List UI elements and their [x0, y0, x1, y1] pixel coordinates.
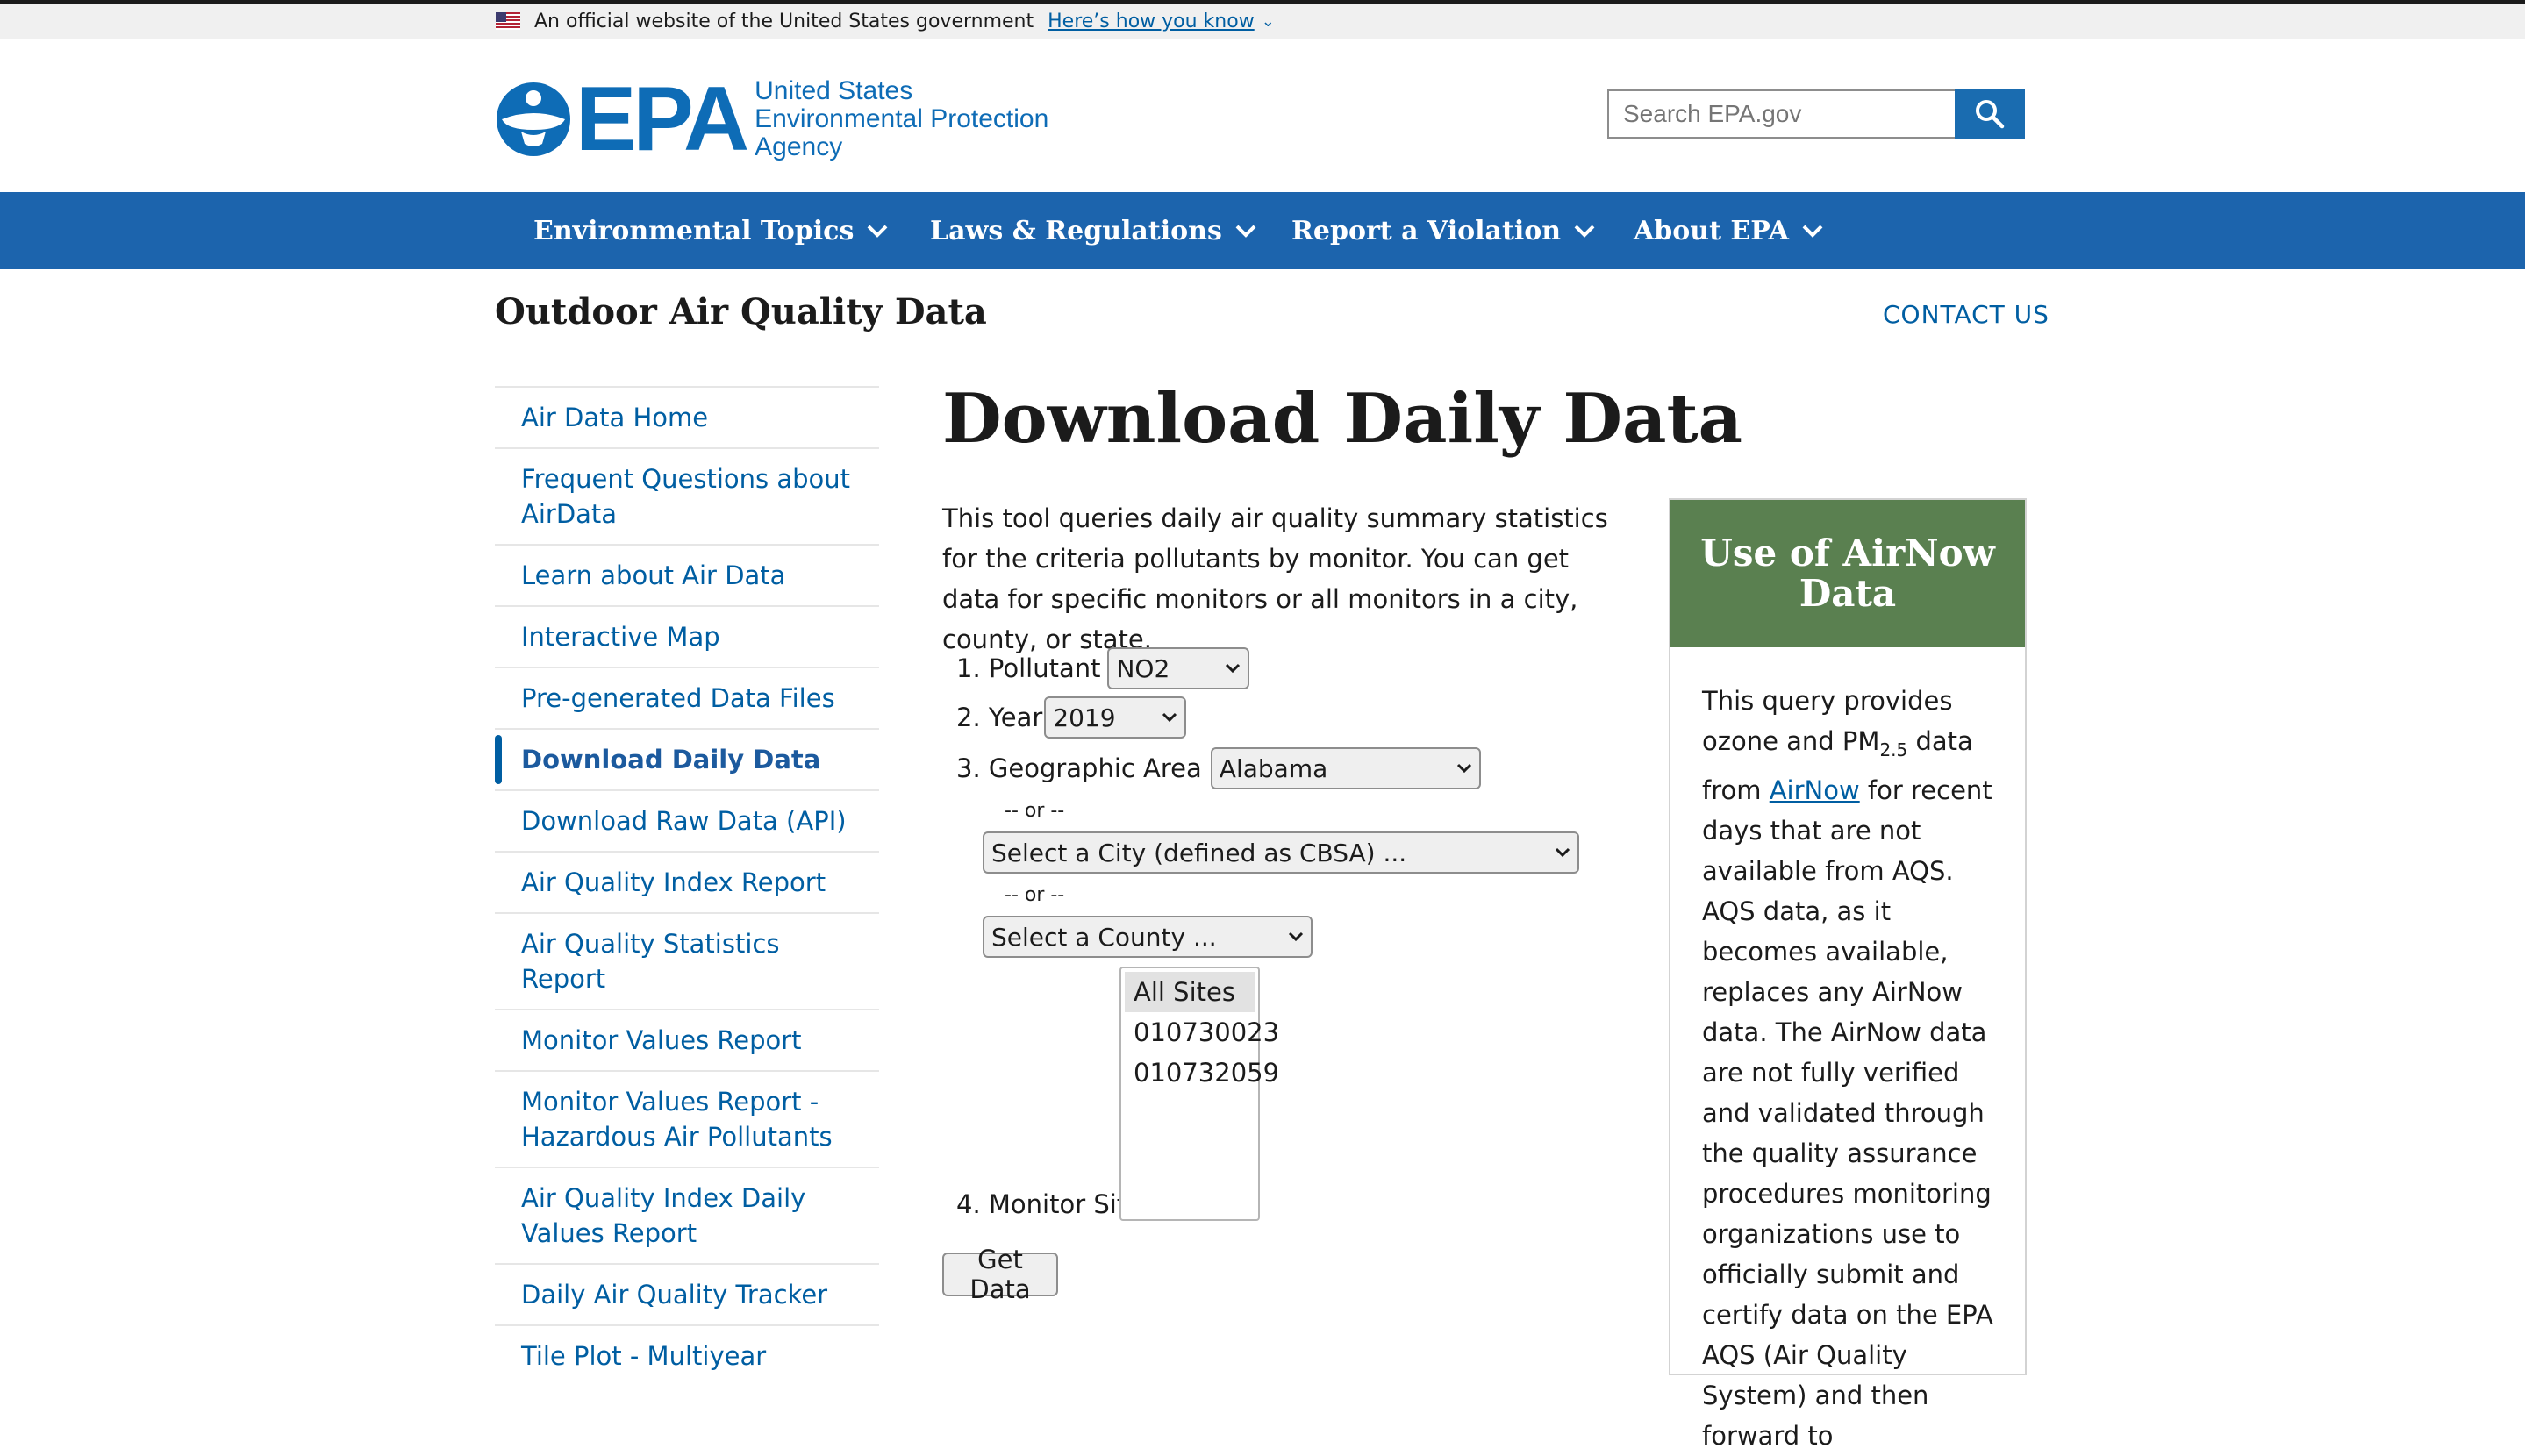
monitor-site-label: 4. Monitor Site: [956, 1189, 1143, 1219]
heres-how-you-know-link[interactable]: Here’s how you know: [1048, 11, 1255, 32]
agency-name-line: Environmental Protection: [755, 104, 1049, 133]
sidenav-item-interactive-map[interactable]: Interactive Map: [495, 605, 879, 667]
county-select[interactable]: Select a County ...: [983, 916, 1313, 958]
city-select[interactable]: Select a City (defined as CBSA) ...: [983, 831, 1579, 874]
sidenav-item-monitor-values-report[interactable]: Monitor Values Report: [495, 1009, 879, 1070]
agency-name-line: Agency: [755, 132, 843, 161]
epa-logo[interactable]: EPA United States Environmental Protecti…: [495, 74, 1048, 165]
pollutant-select[interactable]: NO2: [1107, 647, 1250, 689]
monitor-site-listbox[interactable]: All Sites 010730023 010732059: [1119, 967, 1279, 1221]
airnow-box-text: for recent days that are not available f…: [1702, 774, 1993, 1451]
nav-item-label: Laws & Regulations: [930, 215, 1222, 246]
pollutant-value: NO2: [1116, 653, 1170, 683]
or-separator: -- or --: [1005, 884, 1065, 906]
chevron-down-icon: [1802, 225, 1823, 238]
chevron-down-icon: [1288, 931, 1304, 942]
page-heading: Download Daily Data: [942, 379, 1743, 459]
state-value: Alabama: [1219, 753, 1328, 783]
sidenav-item-aqi-daily-values[interactable]: Air Quality Index Daily Values Report: [495, 1167, 879, 1263]
site-option-all[interactable]: All Sites: [1125, 972, 1255, 1012]
chevron-down-icon: [1456, 763, 1471, 774]
contact-us-link[interactable]: CONTACT US: [1883, 300, 2049, 329]
site-search: [1607, 89, 2025, 139]
pollutant-label: 1. Pollutant: [956, 653, 1101, 683]
search-input[interactable]: [1607, 89, 1955, 139]
chevron-down-icon: [1574, 225, 1595, 238]
site-header: EPA United States Environmental Protecti…: [0, 39, 2525, 192]
sidenav-item-air-data-home[interactable]: Air Data Home: [495, 386, 879, 447]
sidenav-item-tile-plot-multiyear[interactable]: Tile Plot - Multiyear: [495, 1324, 879, 1386]
nav-item-label: Report a Violation: [1291, 215, 1562, 246]
chevron-down-icon: [1162, 712, 1177, 723]
side-nav: Air Data Home Frequent Questions about A…: [495, 386, 879, 1386]
section-title: Outdoor Air Quality Data: [495, 291, 987, 332]
chevron-down-icon: [1555, 847, 1570, 858]
site-option[interactable]: 010730023: [1125, 1012, 1279, 1053]
airnow-box-body: This query provides ozone and PM2.5 data…: [1670, 647, 2025, 1456]
search-button[interactable]: [1955, 89, 2025, 139]
get-data-button[interactable]: Get Data: [942, 1245, 1058, 1304]
or-separator: -- or --: [1005, 800, 1065, 822]
intro-text: This tool queries daily air quality summ…: [942, 503, 1608, 654]
state-select[interactable]: Alabama: [1210, 747, 1481, 789]
airnow-info-box: Use of AirNow Data This query provides o…: [1669, 498, 2027, 1451]
sidenav-item-download-daily-data[interactable]: Download Daily Data: [495, 728, 879, 789]
chevron-down-icon: [1226, 663, 1241, 674]
agency-name: United States Environmental Protection A…: [755, 77, 1048, 161]
year-label: 2. Year: [956, 703, 1043, 732]
sidenav-item-daily-aq-tracker[interactable]: Daily Air Quality Tracker: [495, 1263, 879, 1324]
sidenav-item-monitor-values-hap[interactable]: Monitor Values Report - Hazardous Air Po…: [495, 1070, 879, 1167]
geographic-area-row: 3. Geographic Area Alabama: [956, 747, 1481, 789]
site-option[interactable]: 010732059: [1125, 1053, 1279, 1093]
year-row: 2. Year 2019: [956, 696, 1187, 739]
main-nav: Environmental Topics Laws & Regulations …: [0, 192, 2525, 269]
epa-logo-text: EPA: [576, 68, 749, 170]
sidenav-item-learn-about-air-data[interactable]: Learn about Air Data: [495, 544, 879, 605]
chevron-down-icon[interactable]: ⌄: [1262, 12, 1275, 31]
city-value: Select a City (defined as CBSA) ...: [991, 838, 1407, 867]
county-row: Select a County ...: [983, 916, 1313, 958]
nav-about-epa[interactable]: About EPA: [1634, 192, 1824, 269]
sidenav-item-aq-statistics-report[interactable]: Air Quality Statistics Report: [495, 912, 879, 1009]
nav-laws-regulations[interactable]: Laws & Regulations: [930, 192, 1257, 269]
monitor-site-label-row: 4. Monitor Site: [956, 1189, 1142, 1219]
epa-flower-icon: [497, 82, 570, 156]
geographic-area-label: 3. Geographic Area: [956, 753, 1202, 783]
sidenav-item-pre-generated-data-files[interactable]: Pre-generated Data Files: [495, 667, 879, 728]
gov-banner-text: An official website of the United States…: [534, 10, 1034, 32]
sidenav-item-aqi-report[interactable]: Air Quality Index Report: [495, 851, 879, 912]
us-flag-icon: [496, 12, 520, 30]
pm-subscript: 2.5: [1879, 739, 1908, 760]
chevron-down-icon: [1235, 225, 1256, 238]
chevron-down-icon: [867, 225, 888, 238]
city-row: Select a City (defined as CBSA) ...: [983, 831, 1579, 874]
gov-banner: An official website of the United States…: [0, 4, 2525, 39]
nav-item-label: Environmental Topics: [533, 215, 855, 246]
agency-name-line: United States: [755, 76, 913, 105]
nav-environmental-topics[interactable]: Environmental Topics: [533, 192, 889, 269]
search-icon: [1976, 100, 2005, 129]
year-select[interactable]: 2019: [1044, 696, 1187, 739]
nav-report-a-violation[interactable]: Report a Violation: [1291, 192, 1596, 269]
sidenav-item-download-raw-data[interactable]: Download Raw Data (API): [495, 789, 879, 851]
airnow-box-title: Use of AirNow Data: [1670, 500, 2025, 647]
year-value: 2019: [1053, 703, 1116, 732]
county-value: Select a County ...: [991, 922, 1217, 952]
airnow-link[interactable]: AirNow: [1770, 775, 1860, 805]
pollutant-row: 1. Pollutant NO2: [956, 647, 1250, 689]
nav-item-label: About EPA: [1634, 215, 1789, 246]
sidenav-item-frequent-questions[interactable]: Frequent Questions about AirData: [495, 447, 879, 544]
